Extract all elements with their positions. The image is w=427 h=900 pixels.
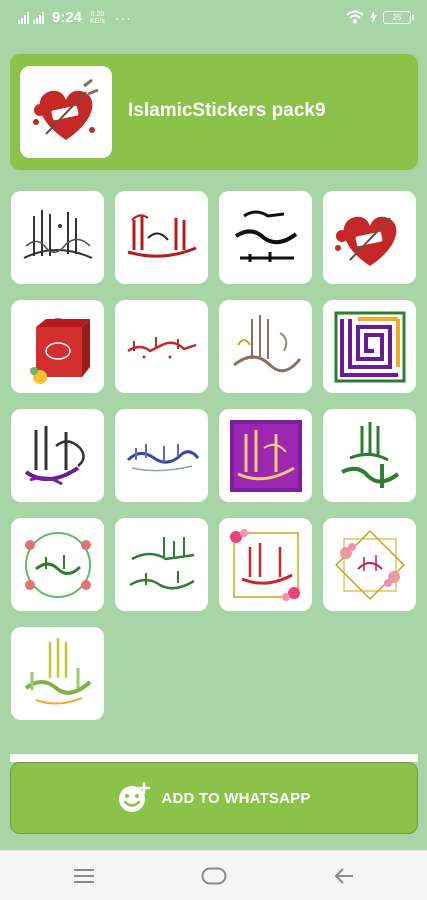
sticker-subhanallah[interactable] — [115, 409, 208, 502]
home-icon — [201, 867, 227, 885]
wifi-icon — [346, 10, 364, 24]
pack-thumbnail — [20, 66, 112, 158]
home-button[interactable] — [198, 865, 230, 887]
signal-icon — [18, 11, 29, 24]
calligraphy-sticker-icon — [229, 419, 302, 492]
kufic-square-icon — [334, 311, 405, 382]
floral-frame-icon — [229, 528, 300, 601]
sticker-walaikum-assalam[interactable] — [115, 518, 208, 611]
sticker-floral-frame[interactable] — [323, 518, 416, 611]
sticker-gift-bag[interactable] — [11, 300, 104, 393]
calligraphy-sticker-icon — [340, 421, 399, 488]
calligraphy-sticker-icon — [24, 637, 91, 704]
heart-sticker-icon — [334, 216, 396, 266]
sticker-astaghfirullah[interactable] — [11, 627, 104, 720]
add-sticker-icon — [119, 781, 151, 812]
app-screen: 9:24 0.20 KB/s ··· 25 IslamicStickers pa… — [0, 0, 427, 850]
network-speed: 0.20 KB/s — [90, 10, 105, 25]
wreath-sticker-icon — [24, 531, 91, 598]
signal-icon-2 — [33, 11, 44, 24]
menu-button[interactable] — [68, 865, 100, 887]
divider — [10, 754, 418, 762]
sticker-kufic-square[interactable] — [323, 300, 416, 393]
floral-frame-icon — [334, 529, 405, 600]
sticker-eid-mubarak[interactable] — [11, 409, 104, 502]
battery-icon: 25 — [383, 10, 414, 24]
calligraphy-sticker-icon — [24, 425, 85, 485]
menu-icon — [74, 869, 94, 883]
add-to-whatsapp-button[interactable]: ADD TO WHATSAPP — [10, 762, 418, 834]
status-bar: 9:24 0.20 KB/s ··· 25 — [0, 0, 427, 38]
calligraphy-sticker-icon — [23, 209, 92, 259]
gift-bag-icon — [29, 317, 90, 384]
calligraphy-sticker-icon — [232, 314, 301, 372]
calligraphy-sticker-icon — [126, 336, 196, 358]
calligraphy-sticker-icon — [126, 443, 199, 471]
heart-sticker-icon — [33, 78, 99, 140]
more-notifications-icon: ··· — [114, 9, 132, 26]
add-to-whatsapp-label: ADD TO WHATSAPP — [161, 789, 311, 807]
calligraphy-sticker-icon — [127, 213, 197, 258]
sticker-inshallah-purple[interactable] — [219, 409, 312, 502]
calligraphy-sticker-icon — [234, 210, 297, 262]
back-arrow-icon — [334, 868, 353, 884]
sticker-alhamdulillah-red[interactable] — [115, 191, 208, 284]
status-left: 9:24 0.20 KB/s ··· — [18, 9, 132, 26]
charging-icon — [370, 11, 377, 23]
sticker-calligraphy-la-quwwata[interactable] — [11, 191, 104, 284]
sticker-grid — [11, 191, 417, 720]
pack-header[interactable]: IslamicStickers pack9 — [10, 54, 418, 170]
navigation-bar — [0, 850, 427, 900]
status-time: 9:24 — [52, 9, 83, 26]
pack-title: IslamicStickers pack9 — [128, 100, 326, 121]
sticker-allahu-akbar[interactable] — [323, 409, 416, 502]
sticker-mashallah-wreath[interactable] — [11, 518, 104, 611]
sticker-heart-splash[interactable] — [323, 191, 416, 284]
sticker-tawakkaltu-alallah[interactable] — [219, 300, 312, 393]
sticker-dawat-tabligh[interactable] — [219, 191, 312, 284]
sticker-jazakallah-khair[interactable] — [115, 300, 208, 393]
back-button[interactable] — [328, 865, 360, 887]
sticker-alhamdulillah-floral[interactable] — [219, 518, 312, 611]
calligraphy-sticker-icon — [128, 536, 195, 589]
status-right: 25 — [346, 10, 414, 24]
